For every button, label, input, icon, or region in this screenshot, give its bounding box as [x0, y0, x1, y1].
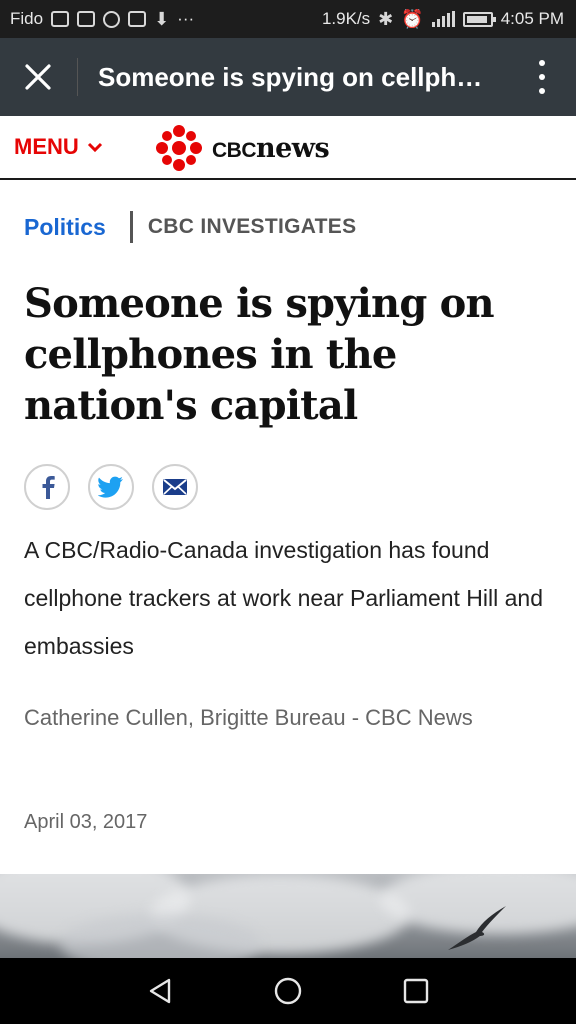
email-icon	[163, 479, 187, 495]
mail-notification-icon	[51, 11, 70, 27]
facebook-icon	[42, 476, 55, 499]
gmail-notification-icon	[77, 11, 96, 27]
article-byline: Catherine Cullen, Brigitte Bureau - CBC …	[24, 705, 473, 730]
site-header: MENU CBCnews	[0, 116, 576, 180]
cbc-gem-icon	[156, 125, 202, 171]
share-bar	[24, 464, 198, 510]
back-button[interactable]	[120, 958, 200, 1024]
cbc-news-logo[interactable]: CBCnews	[156, 125, 330, 171]
sync-notification-icon	[103, 10, 121, 28]
hero-image	[0, 874, 576, 958]
share-facebook-button[interactable]	[24, 464, 70, 510]
more-vert-icon	[539, 60, 545, 66]
series-link[interactable]: CBC INVESTIGATES	[148, 215, 357, 239]
alarm-icon: ⏰	[401, 9, 424, 29]
carrier-label: Fido	[10, 9, 44, 28]
status-bar-left: Fido ⬇ ···	[10, 0, 194, 38]
chevron-down-icon	[87, 142, 102, 153]
page-title: Someone is spying on cellphones in the n…	[98, 62, 488, 92]
status-bar-right: 1.9K/s ✱ ⏰ 4:05 PM	[322, 0, 564, 38]
logo-wordmark: CBCnews	[212, 132, 330, 164]
recents-button[interactable]	[376, 958, 456, 1024]
back-icon	[149, 978, 171, 1004]
net-speed-label: 1.9K/s	[321, 9, 371, 28]
more-options-button[interactable]	[536, 60, 548, 94]
breadcrumb-divider	[129, 211, 133, 243]
status-bar: Fido ⬇ ··· 1.9K/s ✱ ⏰ 4:05 PM	[0, 0, 576, 38]
twitter-icon	[98, 476, 123, 498]
bluetooth-icon: ✱	[378, 9, 394, 29]
share-twitter-button[interactable]	[88, 464, 134, 510]
download-icon: ⬇	[154, 9, 170, 29]
home-button[interactable]	[248, 958, 328, 1024]
photo-notification-icon	[128, 11, 147, 27]
home-icon	[274, 977, 302, 1005]
app-bar-divider	[77, 58, 78, 96]
article-headline: Someone is spying on cellphones in the n…	[24, 280, 495, 429]
signal-icon	[431, 11, 455, 27]
system-nav-bar	[0, 958, 576, 1024]
app-bar: Someone is spying on cellphones in the n…	[0, 38, 576, 116]
clock-label: 4:05 PM	[500, 9, 564, 28]
recents-icon	[403, 978, 429, 1004]
category-link[interactable]: Politics	[24, 214, 106, 241]
menu-label: MENU	[14, 134, 79, 159]
breadcrumb: Politics CBC INVESTIGATES	[24, 209, 356, 245]
share-email-button[interactable]	[152, 464, 198, 510]
close-button[interactable]	[18, 57, 58, 97]
battery-icon	[462, 11, 496, 27]
more-notifications-label: ···	[177, 9, 195, 28]
article-date: April 03, 2017	[24, 811, 148, 833]
bird-icon	[448, 906, 506, 950]
close-icon	[25, 64, 51, 90]
article-summary: A CBC/Radio-Canada investigation has fou…	[24, 537, 544, 659]
menu-button[interactable]: MENU	[14, 134, 103, 160]
